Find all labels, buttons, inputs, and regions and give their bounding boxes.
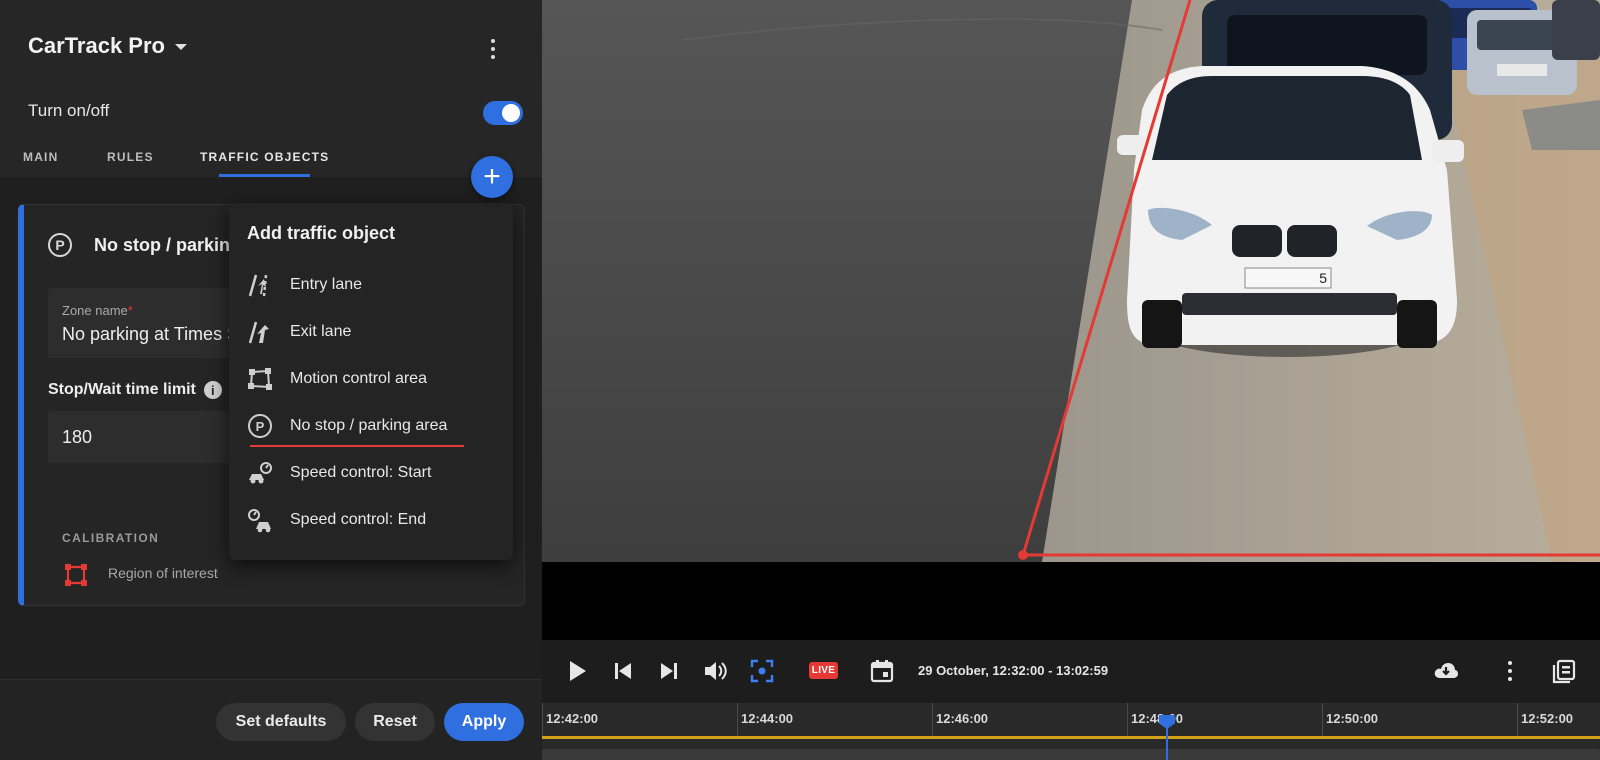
zone-name-label: Zone name* (62, 303, 133, 318)
timeline-tick (1322, 703, 1323, 736)
app-title-dropdown[interactable]: CarTrack Pro (28, 33, 187, 59)
speed-start-icon (249, 462, 272, 484)
tab-traffic-objects[interactable]: TRAFFIC OBJECTS (200, 150, 329, 164)
calibration-title: CALIBRATION (62, 531, 160, 545)
caret-down-icon (174, 44, 187, 50)
player-controls: LIVE 29 October, 12:32:00 - 13:02:59 (542, 640, 1600, 703)
menu-item-speed-end[interactable]: Speed control: End (229, 497, 513, 541)
timeline-tick (1517, 703, 1518, 736)
timeline-tick (737, 703, 738, 736)
player-more-icon[interactable] (1497, 658, 1523, 684)
timeline-tick-label: 12:48:00 (1131, 711, 1184, 726)
parking-icon: P (48, 233, 72, 257)
menu-item-label: Entry lane (290, 276, 363, 293)
region-of-interest-icon[interactable] (64, 563, 88, 587)
timeline-tick-label: 12:44:00 (741, 711, 794, 726)
focus-icon[interactable] (749, 658, 775, 684)
menu-item-label: Speed control: End (290, 511, 427, 528)
download-icon[interactable] (1433, 658, 1459, 684)
timeline-tick-label: 12:52:00 (1521, 711, 1574, 726)
skip-previous-icon[interactable] (610, 658, 636, 684)
menu-item-motion-area[interactable]: Motion control area (229, 356, 513, 400)
camera-frame: 5 (542, 0, 1600, 562)
timeline-tick-label: 12:46:00 (936, 711, 989, 726)
app-title: CarTrack Pro (28, 33, 165, 58)
more-menu-icon[interactable] (480, 36, 506, 62)
time-range[interactable]: 29 October, 12:32:00 - 13:02:59 (918, 663, 1108, 678)
license-plate-text: 5 (1319, 270, 1327, 286)
menu-title: Add traffic object (247, 223, 396, 243)
play-icon[interactable] (564, 658, 590, 684)
menu-item-label: Exit lane (290, 323, 352, 340)
svg-text:P: P (256, 419, 265, 434)
video-letterbox (542, 562, 1600, 640)
tab-rules[interactable]: RULES (107, 150, 154, 164)
playhead-handle[interactable] (1159, 715, 1175, 729)
menu-item-entry-lane[interactable]: Entry lane (229, 262, 513, 306)
add-traffic-object-menu: Add traffic object Entry lane Exit lane (229, 203, 513, 560)
motion-area-icon (248, 368, 272, 390)
menu-item-label: Motion control area (290, 370, 427, 387)
apply-button[interactable]: Apply (444, 703, 524, 741)
calendar-icon[interactable] (869, 658, 895, 684)
export-icon[interactable] (1551, 658, 1577, 684)
timeline-tick (1127, 703, 1128, 736)
reset-button[interactable]: Reset (355, 703, 435, 741)
tab-bar: MAIN RULES TRAFFIC OBJECTS (0, 146, 542, 177)
timeline-tick (932, 703, 933, 736)
stop-wait-label: Stop/Wait time limit i (48, 381, 222, 399)
menu-item-no-stop-parking[interactable]: P No stop / parking area (229, 403, 513, 447)
region-of-interest-label[interactable]: Region of interest (108, 565, 218, 581)
menu-item-speed-start[interactable]: Speed control: Start (229, 450, 513, 494)
timeline-scrollbar[interactable] (542, 749, 1600, 760)
timeline-tick-label: 12:50:00 (1326, 711, 1379, 726)
selected-item-underline (250, 445, 464, 447)
timeline-tick-label: 12:42:00 (546, 711, 599, 726)
skip-next-icon[interactable] (656, 658, 682, 684)
timeline[interactable]: 12:42:00 12:44:00 12:46:00 12:48:00 12:5… (542, 703, 1600, 760)
entry-lane-icon (248, 274, 268, 297)
volume-icon[interactable] (702, 658, 728, 684)
parking-icon: P (248, 414, 272, 438)
live-badge[interactable]: LIVE (809, 662, 838, 679)
add-traffic-object-button[interactable]: + (471, 156, 513, 198)
settings-panel: CarTrack Pro Turn on/off MAIN RULES TRAF… (0, 0, 542, 760)
menu-item-exit-lane[interactable]: Exit lane (229, 309, 513, 353)
info-icon[interactable]: i (203, 381, 222, 399)
tab-main[interactable]: MAIN (23, 150, 58, 164)
menu-item-label: Speed control: Start (290, 464, 432, 481)
recording-bar (542, 736, 1600, 739)
speed-end-icon (248, 509, 271, 533)
toggle-label: Turn on/off (28, 101, 110, 120)
plus-icon: + (483, 160, 501, 193)
stop-wait-value: 180 (62, 427, 93, 447)
menu-item-label: No stop / parking area (290, 417, 448, 434)
set-defaults-button[interactable]: Set defaults (216, 703, 346, 741)
panel-header: CarTrack Pro Turn on/off MAIN RULES TRAF… (0, 0, 542, 177)
app-root: CarTrack Pro Turn on/off MAIN RULES TRAF… (0, 0, 1600, 760)
exit-lane-icon (248, 321, 269, 344)
camera-view[interactable]: 5 (542, 0, 1600, 562)
active-tab-indicator (219, 174, 310, 177)
power-toggle[interactable] (483, 101, 523, 125)
timeline-tick (542, 703, 543, 736)
panel-footer: Set defaults Reset Apply (0, 679, 542, 760)
